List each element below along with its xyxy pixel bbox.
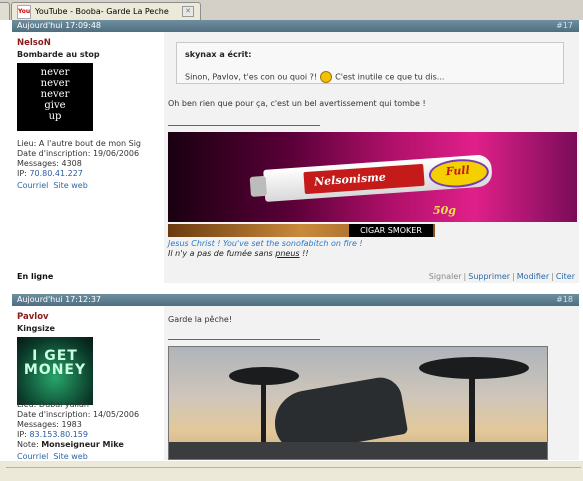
author-rank: Kingsize [17,324,55,333]
note-value: Monseigneur Mike [41,440,124,449]
post-number-link[interactable]: #17 [556,20,573,32]
post-author-panel: Pavlov Kingsize I GET MONEY Lieu: Dubai … [12,306,164,461]
post-text: Garde la pêche! [168,315,233,324]
post-body: skynax a écrit: Sinon, Pavlov, t'es con … [164,32,579,283]
quote-box: skynax a écrit: Sinon, Pavlov, t'es con … [176,42,564,84]
joined-label: Date d'inscription: [17,149,91,158]
tab-title: YouTube - Booba- Garde La Peche [35,7,169,16]
cigar-label: CIGAR SMOKER [349,224,433,237]
report-link[interactable]: Signaler [429,272,462,281]
author-rank: Bombarde au stop [17,50,100,59]
quote-header: skynax a écrit: [185,50,252,59]
note-label: Note: [17,440,39,449]
signature-banner: Nelsonisme Full 50g [168,132,577,222]
signature-line-2-end: !! [302,249,309,258]
post-text: Oh ben rien que pour ça, c'est un bel av… [168,99,426,108]
online-status: En ligne [17,272,54,281]
close-tab-icon[interactable]: ✕ [182,6,194,17]
edit-link[interactable]: Modifier [517,272,549,281]
forum-page: Aujourd'hui 17:09:48 #17 NelsoN Bombarde… [0,20,583,461]
smiley-icon [320,71,333,83]
website-link[interactable]: Site web [53,181,87,190]
location-label: Lieu: [17,139,37,148]
avatar-text-line: up [48,111,62,122]
avatar-text-line: MONEY [23,362,87,378]
avatar-text-line: never [40,67,70,78]
avatar: never never never give up [17,63,93,131]
joined-label: Date d'inscription: [17,410,91,419]
quote-text-end: C'est inutile ce que tu dis... [335,72,445,82]
avatar-text-line: I GET [32,348,78,364]
post-header: Aujourd'hui 17:09:48 #17 [12,20,579,32]
browser-tab-previous[interactable] [0,2,10,20]
signature-line-2: Il n'y a pas de fumée sans pneus !! [168,249,309,258]
location-value: A l'autre bout de mon Sig [38,139,141,148]
signature-separator [168,125,320,126]
car-hood-shape [169,442,547,459]
ip-label: IP: [17,430,27,439]
post-date: Aujourd'hui 17:09:48 [17,21,101,30]
joined-value: 19/06/2006 [92,149,140,158]
author-name-link[interactable]: NelsoN [17,38,51,48]
author-info: Lieu: A l'autre bout de mon Sig Date d'i… [17,139,141,179]
messages-label: Messages: [17,420,59,429]
messages-value: 4308 [61,159,82,168]
banner-weight-text: 50g [433,204,456,217]
avatar: I GET MONEY [17,337,93,405]
status-bar-divider [6,467,581,478]
signature-line-2-start: Il n'y a pas de fumée sans [168,249,273,258]
ip-link[interactable]: 83.153.80.159 [29,430,88,439]
avatar-text-line: give [44,100,66,111]
cigar-userbar: CIGAR SMOKER [168,224,435,237]
author-links: Courriel Site web [17,181,93,190]
post-header: Aujourd'hui 17:12:37 #18 [12,294,579,306]
browser-tab-active[interactable]: You YouTube - Booba- Garde La Peche ✕ [11,2,201,20]
youtube-favicon-icon: You [17,4,31,19]
avatar-text-line: never [40,89,70,100]
post-number-link[interactable]: #18 [556,294,573,306]
signature-link[interactable]: pneus [275,249,299,258]
browser-status-bar [0,460,583,481]
quote-text: Sinon, Pavlov, t'es con ou quoi ?! C'est … [185,71,444,83]
quote-link[interactable]: Citer [556,272,575,281]
banner-badge-text: Full [445,163,471,179]
signature-line-1: Jesus Christ ! You've set the sonofabitc… [168,239,363,248]
posted-image [168,346,548,460]
joined-value: 14/05/2006 [92,410,140,419]
post-date: Aujourd'hui 17:12:37 [17,295,101,304]
delete-link[interactable]: Supprimer [468,272,510,281]
post-actions: Signaler | Supprimer | Modifier | Citer [428,272,575,281]
post-body: Garde la pêche! [164,306,579,460]
author-name-link[interactable]: Pavlov [17,312,49,322]
post-author-panel: NelsoN Bombarde au stop never never neve… [12,32,164,283]
toothpaste-tube-image: Nelsonisme Full [249,154,493,202]
location-value: Dubai yallah [38,400,89,409]
author-info: Lieu: Dubai yallah Date d'inscription: 1… [17,400,139,450]
messages-label: Messages: [17,159,59,168]
tube-cap [249,175,267,197]
location-label: Lieu: [17,400,37,409]
messages-value: 1983 [61,420,82,429]
avatar-text-line: never [40,78,70,89]
ip-link[interactable]: 70.80.41.227 [29,169,82,178]
signature-separator [168,339,320,340]
browser-tab-strip: You YouTube - Booba- Garde La Peche ✕ [0,0,583,21]
email-link[interactable]: Courriel [17,181,48,190]
ip-label: IP: [17,169,27,178]
quote-text-start: Sinon, Pavlov, t'es con ou quoi ?! [185,72,318,82]
